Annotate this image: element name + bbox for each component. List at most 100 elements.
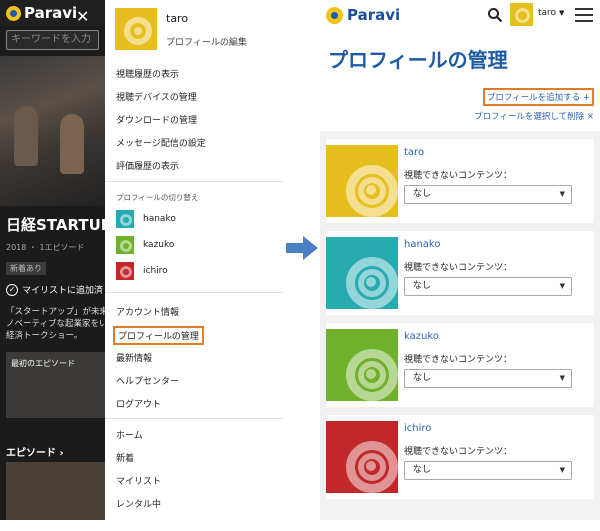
bg-show-meta: 2018 ・ 1エピソード (6, 243, 85, 252)
menu-divider (105, 292, 283, 293)
restricted-content-label: 視聴できないコンテンツ： (404, 263, 513, 273)
bg-person-figure (60, 114, 84, 174)
avatar (116, 210, 134, 228)
bg-episode-thumbnail[interactable]: 最初のエピソード (6, 352, 105, 418)
switch-profile-hanako[interactable]: hanako (116, 210, 176, 228)
menu-item-view-history[interactable]: 視聴履歴の表示 (116, 67, 179, 80)
profile-card-taro: taro 視聴できないコンテンツ： なし ▼ (326, 139, 594, 223)
profile-card-hanako: hanako 視聴できないコンテンツ： なし ▼ (326, 231, 594, 315)
menu-item-rating-history[interactable]: 評価履歴の表示 (116, 159, 179, 172)
restricted-content-select[interactable]: なし ▼ (404, 277, 572, 296)
switch-profile-name: kazuko (143, 240, 175, 250)
profile-name[interactable]: kazuko (404, 331, 439, 342)
switch-profile-kazuko[interactable]: kazuko (116, 236, 174, 254)
arrow-right-icon (286, 236, 318, 260)
menu-item-mylist[interactable]: マイリスト (116, 474, 161, 487)
menu-item-account[interactable]: アカウント情報 (116, 305, 179, 318)
bg-person-figure (14, 106, 38, 166)
select-value: なし (413, 281, 432, 291)
bg-brand-name: Paravi (24, 4, 78, 22)
header: Paravi taro ▼ (320, 0, 600, 30)
profile-card-kazuko: kazuko 視聴できないコンテンツ： なし ▼ (326, 323, 594, 407)
menu-profile-text: taro プロフィールの編集 (166, 12, 247, 50)
search-icon[interactable] (487, 7, 503, 23)
bg-desc-line: ノベーティブな起業家をい (6, 319, 105, 329)
header-username: taro (538, 8, 557, 18)
left-screen: Paravi キーワードを入力 日経STARTUP 2018 ・ 1エピソード … (0, 0, 283, 520)
avatar (116, 236, 134, 254)
avatar[interactable] (326, 421, 398, 493)
chevron-down-icon: ▼ (559, 374, 565, 382)
bg-show-title: 日経STARTUP (6, 216, 105, 234)
delete-profile-link[interactable]: プロフィールを選択して削除 × (474, 110, 594, 122)
menu-divider (105, 181, 283, 182)
avatar (115, 8, 157, 50)
menu-item-profile-manage[interactable]: プロフィールの管理 (113, 326, 204, 345)
menu-item-logout[interactable]: ログアウト (116, 397, 161, 410)
menu-item-rental[interactable]: レンタル中 (116, 497, 161, 510)
avatar (116, 262, 134, 280)
menu-icon[interactable] (575, 8, 593, 22)
bg-desc-line: 経済トークショー。 (6, 331, 83, 341)
paravi-logo-icon (326, 6, 343, 24)
restricted-content-label: 視聴できないコンテンツ： (404, 171, 513, 181)
edit-profile-link[interactable]: プロフィールの編集 (166, 35, 247, 48)
bg-desc-line: 「スタートアップ」が未来 (6, 307, 105, 317)
check-circle-icon: ✓ (6, 283, 18, 296)
switch-profile-name: hanako (143, 214, 176, 224)
chevron-down-icon: ▼ (559, 282, 565, 290)
chevron-down-icon: ▼ (559, 466, 565, 474)
avatar[interactable] (326, 329, 398, 401)
menu-item-downloads[interactable]: ダウンロードの管理 (116, 113, 197, 126)
bg-mylist-button[interactable]: ✓ マイリストに追加済 (6, 283, 103, 296)
profile-name[interactable]: taro (404, 147, 424, 158)
close-icon[interactable]: ✕ (76, 9, 89, 25)
restricted-content-select[interactable]: なし ▼ (404, 369, 572, 388)
bg-hero-image (0, 56, 105, 206)
profile-card-ichiro: ichiro 視聴できないコンテンツ： なし ▼ (326, 415, 594, 499)
profile-name[interactable]: ichiro (404, 423, 431, 434)
paravi-logo-icon (6, 5, 21, 21)
page-title: プロフィールの管理 (328, 48, 508, 72)
menu-item-latest-info[interactable]: 最新情報 (116, 351, 152, 364)
right-screen: Paravi taro ▼ プロフィールの管理 プロフィールを追加する + プロ… (320, 0, 600, 520)
select-value: なし (413, 189, 432, 199)
chevron-down-icon: ▼ (559, 190, 565, 198)
restricted-content-select[interactable]: なし ▼ (404, 185, 572, 204)
select-value: なし (413, 465, 432, 475)
avatar[interactable] (326, 145, 398, 217)
switch-profile-name: ichiro (143, 266, 168, 276)
background-app-view: Paravi キーワードを入力 日経STARTUP 2018 ・ 1エピソード … (0, 0, 105, 520)
profile-switch-caption: プロフィールの切り替え (116, 193, 199, 202)
profile-list: taro 視聴できないコンテンツ： なし ▼ hanako 視聴できないコンテン… (320, 131, 600, 520)
avatar[interactable] (510, 3, 533, 26)
bg-mylist-label: マイリストに追加済 (22, 286, 104, 296)
brand-name: Paravi (347, 6, 401, 24)
chevron-down-icon: ▼ (558, 9, 565, 17)
restricted-content-label: 視聴できないコンテンツ： (404, 355, 513, 365)
avatar[interactable] (326, 237, 398, 309)
restricted-content-label: 視聴できないコンテンツ： (404, 447, 513, 457)
menu-profile-header[interactable]: taro プロフィールの編集 (115, 8, 247, 50)
switch-profile-ichiro[interactable]: ichiro (116, 262, 168, 280)
user-menu[interactable]: taro ▼ (538, 8, 564, 18)
bg-episode-section-title[interactable]: エピソード › (6, 444, 64, 459)
menu-item-home[interactable]: ホーム (116, 428, 143, 441)
restricted-content-select[interactable]: なし ▼ (404, 461, 572, 480)
select-value: なし (413, 373, 432, 383)
bg-search-input[interactable]: キーワードを入力 (6, 30, 99, 50)
bg-episode-label: 最初のエピソード (11, 359, 75, 368)
menu-item-new[interactable]: 新着 (116, 451, 134, 464)
bg-description: 「スタートアップ」が未来 ノベーティブな起業家をい 経済トークショー。 (6, 306, 105, 342)
bg-brand-logo[interactable]: Paravi (6, 4, 77, 22)
menu-item-help[interactable]: ヘルプセンター (116, 374, 179, 387)
menu-username: taro (166, 12, 189, 25)
profile-name[interactable]: hanako (404, 239, 440, 250)
side-menu: taro プロフィールの編集 視聴履歴の表示 視聴デバイスの管理 ダウンロードの… (105, 0, 283, 520)
brand-logo[interactable]: Paravi (326, 6, 400, 24)
menu-item-devices[interactable]: 視聴デバイスの管理 (116, 90, 197, 103)
add-profile-link[interactable]: プロフィールを追加する + (482, 88, 594, 106)
profile-management-page: プロフィールの管理 プロフィールを追加する + プロフィールを選択して削除 × … (320, 30, 600, 520)
menu-item-message-settings[interactable]: メッセージ配信の設定 (116, 136, 206, 149)
bg-episode-thumbnail-2[interactable] (6, 462, 105, 520)
